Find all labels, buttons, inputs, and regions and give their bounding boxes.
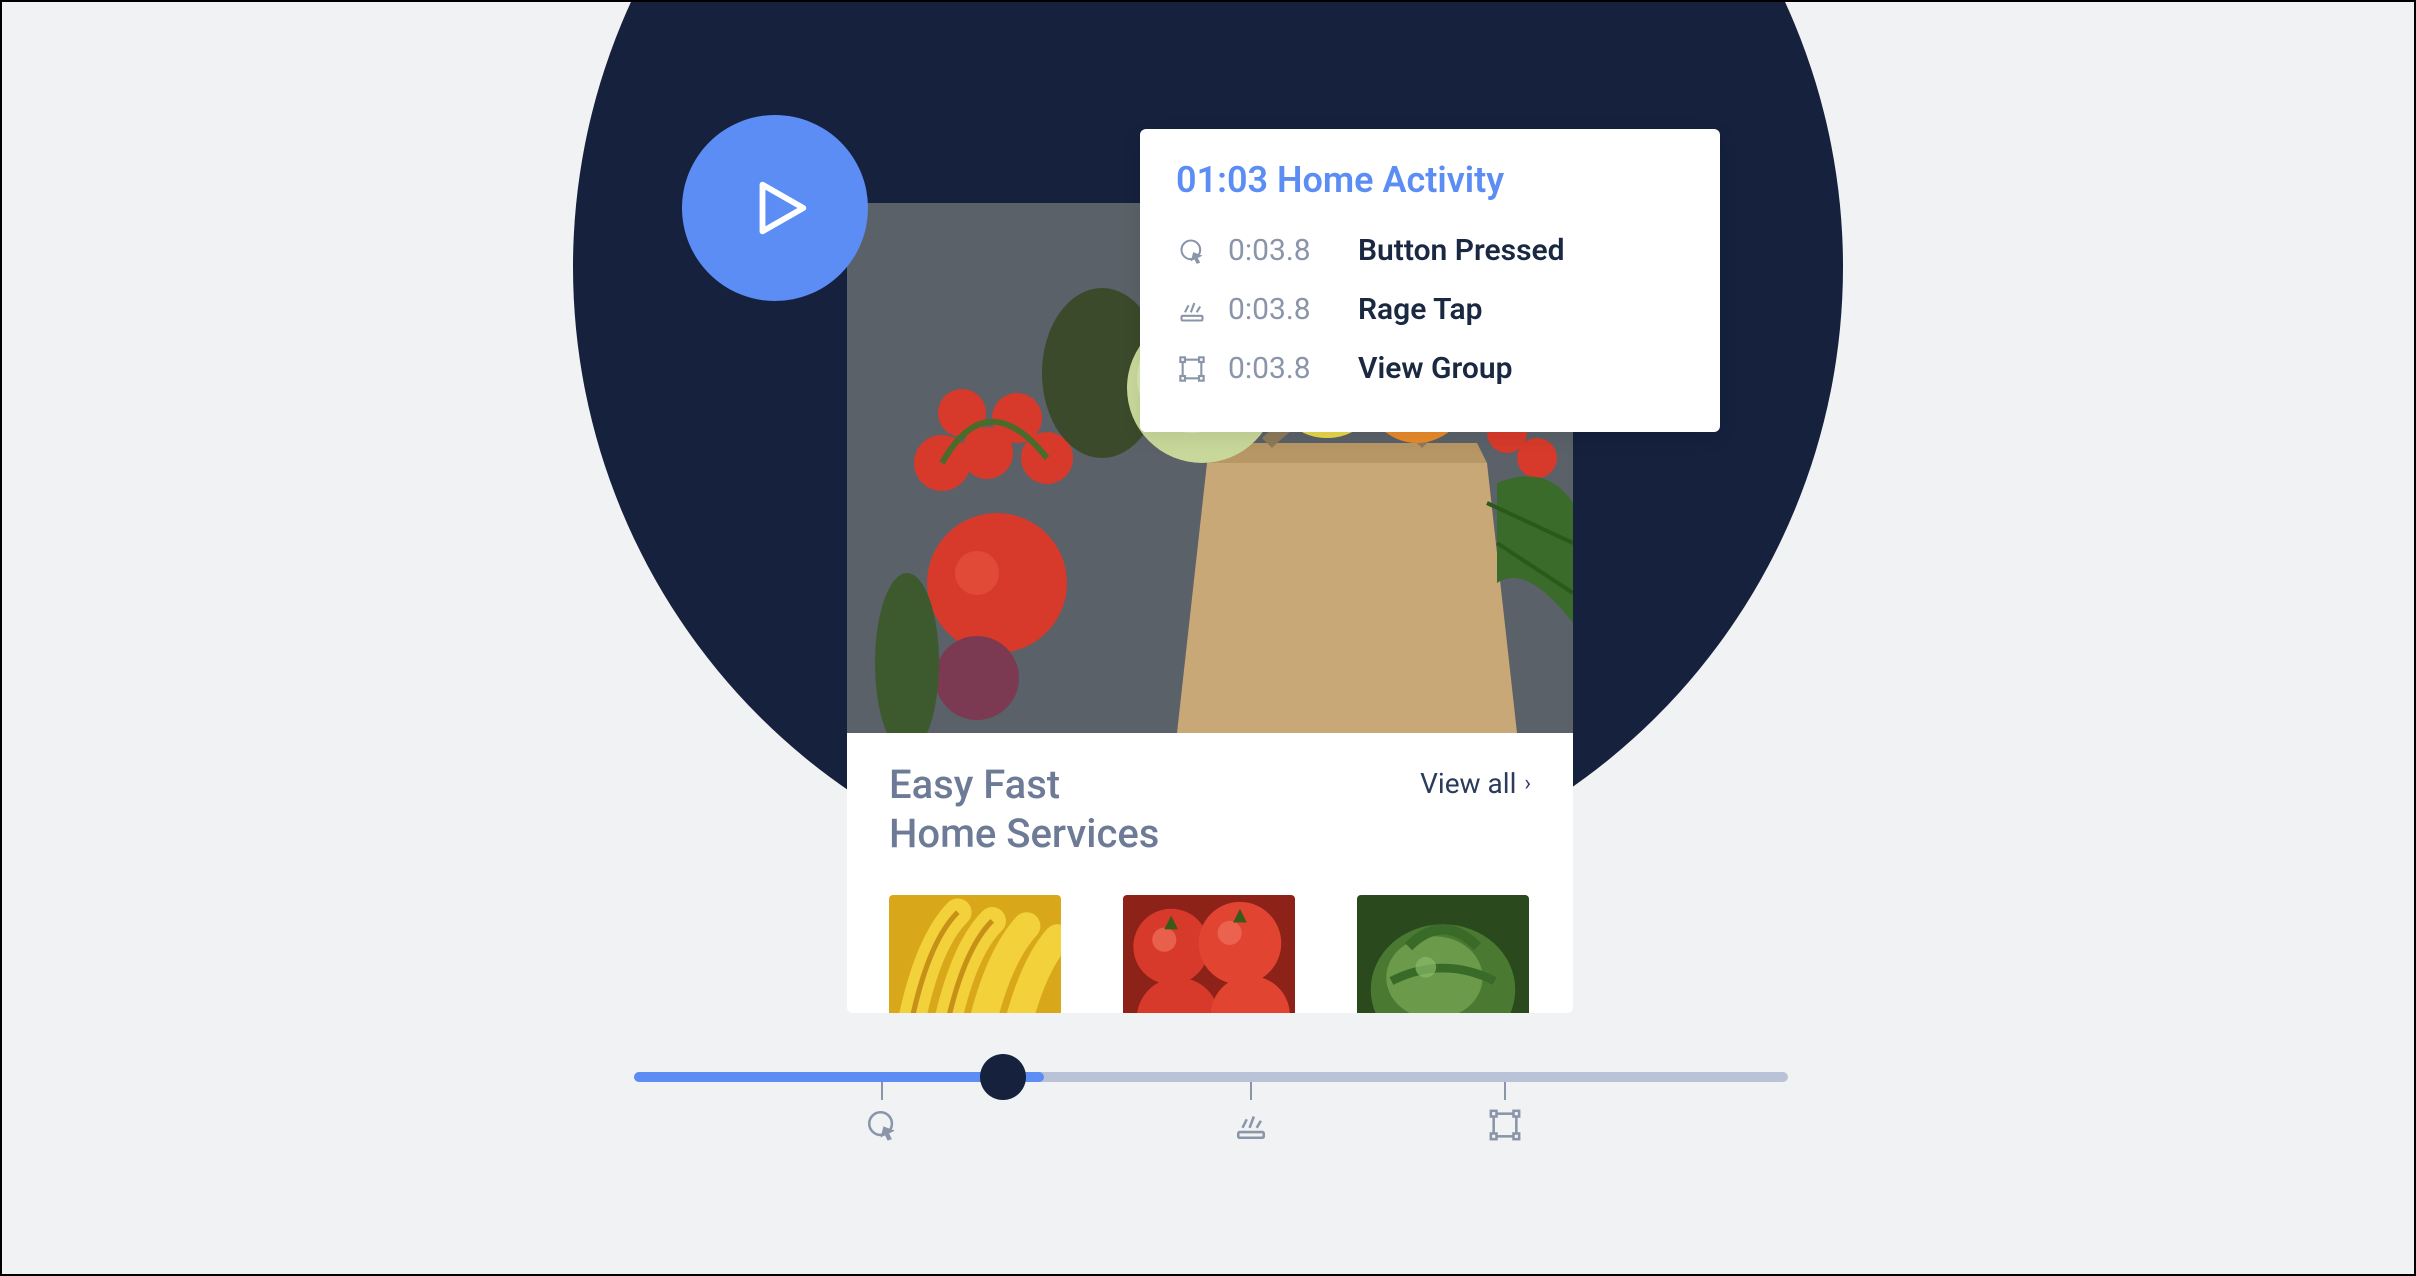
- cursor-click-icon: [1176, 235, 1208, 267]
- timeline-track[interactable]: [634, 1072, 1788, 1082]
- view-group-icon: [1488, 1108, 1522, 1142]
- event-label: View Group: [1358, 351, 1512, 386]
- events-panel: 01:03 Home Activity 0:03.8 Button Presse…: [1140, 129, 1720, 432]
- event-label: Rage Tap: [1358, 292, 1482, 327]
- card-body: Easy Fast Home Services View all ›: [847, 733, 1573, 1013]
- thumb-greens[interactable]: [1357, 895, 1529, 1013]
- product-thumbnails: [889, 895, 1531, 1013]
- rage-tap-icon: [1176, 294, 1208, 326]
- events-panel-title: 01:03 Home Activity: [1176, 159, 1684, 201]
- session-replay-illustration: Easy Fast Home Services View all ›: [0, 0, 2416, 1276]
- card-header: Easy Fast Home Services View all ›: [889, 761, 1531, 859]
- view-all-label: View all: [1420, 767, 1516, 800]
- view-group-icon: [1176, 353, 1208, 385]
- thumb-tomatoes[interactable]: [1123, 895, 1295, 1013]
- marker-tick: [881, 1082, 883, 1100]
- marker-tick: [1504, 1082, 1506, 1100]
- timeline-markers: [634, 1082, 1788, 1162]
- rage-tap-icon: [1234, 1108, 1268, 1142]
- event-time: 0:03.8: [1228, 292, 1338, 327]
- cursor-click-icon: [865, 1108, 899, 1142]
- view-all-link[interactable]: View all ›: [1420, 767, 1531, 800]
- event-label: Button Pressed: [1358, 233, 1565, 268]
- event-row-button-pressed[interactable]: 0:03.8 Button Pressed: [1176, 221, 1684, 280]
- title-line-2: Home Services: [889, 810, 1159, 859]
- marker-rage-tap[interactable]: [1234, 1082, 1268, 1142]
- card-title: Easy Fast Home Services: [889, 761, 1159, 859]
- play-icon: [745, 173, 815, 243]
- event-time: 0:03.8: [1228, 233, 1338, 268]
- event-row-rage-tap[interactable]: 0:03.8 Rage Tap: [1176, 280, 1684, 339]
- timeline: [634, 1072, 1788, 1162]
- chevron-right-icon: ›: [1524, 771, 1531, 796]
- marker-cursor-click[interactable]: [865, 1082, 899, 1142]
- event-row-view-group[interactable]: 0:03.8 View Group: [1176, 339, 1684, 398]
- thumb-bananas[interactable]: [889, 895, 1061, 1013]
- marker-tick: [1250, 1082, 1252, 1100]
- play-button[interactable]: [682, 115, 868, 301]
- title-line-1: Easy Fast: [889, 761, 1159, 810]
- marker-view-group[interactable]: [1488, 1082, 1522, 1142]
- event-time: 0:03.8: [1228, 351, 1338, 386]
